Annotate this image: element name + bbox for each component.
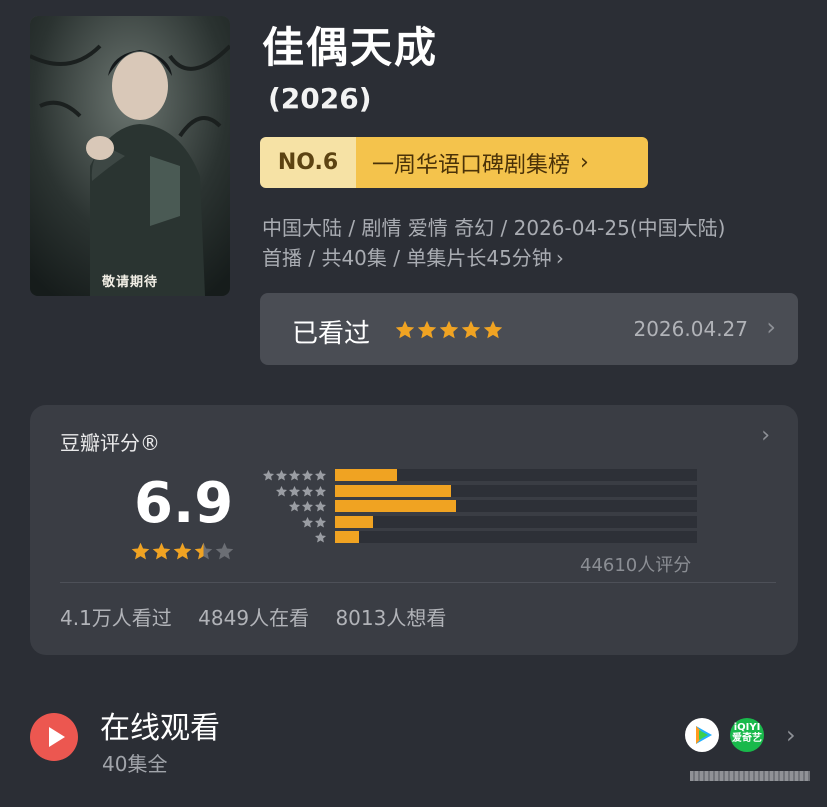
- distribution-bar-track: [335, 515, 697, 528]
- poster-image[interactable]: 敬请期待: [30, 16, 230, 296]
- release-year: (2026): [268, 82, 372, 115]
- info-line-1: 中国大陆 / 剧情 爱情 奇幻 / 2026-04-25(中国大陆): [262, 216, 726, 240]
- iqiyi-logo-text: iQIYI 爱奇艺: [732, 722, 762, 744]
- play-icon: [30, 713, 78, 761]
- poster-artwork: [30, 16, 230, 296]
- watched-date: 2026.04.27: [633, 317, 748, 341]
- star-icon: [315, 485, 326, 496]
- user-rating-stars: [394, 319, 504, 341]
- distribution-bar-track: [335, 484, 697, 497]
- distribution-bar-track: [335, 531, 697, 543]
- ranking-badge[interactable]: NO.6 一周华语口碑剧集榜 ›: [260, 137, 648, 188]
- online-subtitle: 40集全: [102, 752, 168, 776]
- watermark: [690, 771, 810, 781]
- rating-score-stars: [130, 541, 235, 562]
- star-icon: [315, 516, 326, 527]
- star-icon: [315, 532, 326, 543]
- distribution-bar-3-star: [335, 500, 457, 512]
- poster-badge: 敬请期待: [101, 275, 158, 290]
- star-icon: [315, 470, 326, 481]
- douban-rating-card: 豆瓣评分® › 6.9 44610人评分 4.1万人看过 4849人在看 801…: [30, 405, 798, 655]
- star-icon: [276, 470, 287, 481]
- show-info[interactable]: 中国大陆 / 剧情 爱情 奇幻 / 2026-04-25(中国大陆) 首播 / …: [262, 213, 802, 273]
- rating-title: 豆瓣评分®: [60, 431, 160, 455]
- distribution-star-label: [255, 485, 327, 498]
- ranking-label-wrap: 一周华语口碑剧集榜 ›: [356, 137, 648, 188]
- audience-stats: 4.1万人看过 4849人在看 8013人想看: [60, 602, 462, 631]
- star-icon: [289, 485, 300, 496]
- ranking-label: 一周华语口碑剧集榜: [372, 152, 571, 178]
- info-line-2-wrap: 首播 / 共40集 / 单集片长45分钟 ›: [262, 243, 802, 273]
- online-title: 在线观看: [100, 711, 220, 746]
- watched-status-button[interactable]: 已看过 2026.04.27 ›: [260, 293, 798, 365]
- star-icon: [315, 501, 326, 512]
- distribution-star-label: [255, 469, 327, 482]
- star-icon: [483, 320, 503, 339]
- star-icon: [302, 501, 313, 512]
- distribution-star-label: [255, 500, 327, 513]
- stat-want: 8013人想看: [335, 606, 447, 630]
- distribution-star-label: [255, 516, 327, 529]
- star-icon: [289, 470, 300, 481]
- star-icon: [302, 485, 313, 496]
- page-title: 佳偶天成: [262, 23, 439, 72]
- ranking-number: NO.6: [260, 137, 356, 188]
- star-icon: [289, 501, 300, 512]
- chevron-right-icon: ›: [766, 313, 776, 341]
- stat-watched: 4.1万人看过: [60, 606, 172, 630]
- rating-score: 6.9: [134, 471, 234, 536]
- star-icon: [417, 320, 437, 339]
- rating-count: 44610人评分: [580, 555, 692, 576]
- star-icon: [194, 542, 213, 560]
- distribution-bar-track: [335, 500, 697, 512]
- iqiyi-icon[interactable]: iQIYI 爱奇艺: [730, 718, 764, 752]
- chevron-right-icon: ›: [555, 246, 564, 270]
- distribution-bar-track: [335, 469, 697, 481]
- stat-watching: 4849人在看: [198, 606, 310, 630]
- star-icon: [131, 542, 150, 560]
- star-icon: [263, 470, 274, 481]
- distribution-bar-2-star: [335, 515, 373, 528]
- tencent-video-icon[interactable]: [685, 718, 719, 752]
- star-icon: [461, 320, 481, 339]
- info-line-2: 首播 / 共40集 / 单集片长45分钟: [262, 246, 552, 270]
- star-icon: [439, 320, 459, 339]
- distribution-bar-4-star: [335, 484, 451, 497]
- chevron-right-icon: ›: [580, 150, 589, 175]
- chevron-right-icon[interactable]: ›: [761, 423, 770, 448]
- divider: [60, 582, 776, 583]
- star-icon: [215, 542, 234, 560]
- chevron-right-icon: ›: [786, 721, 796, 749]
- watched-label: 已看过: [292, 319, 371, 349]
- star-icon: [302, 516, 313, 527]
- star-icon: [173, 542, 192, 560]
- star-icon: [152, 542, 171, 560]
- distribution-star-label: [255, 531, 327, 544]
- distribution-bar-5-star: [335, 469, 397, 481]
- star-icon: [395, 320, 415, 339]
- star-icon: [302, 470, 313, 481]
- star-icon: [276, 485, 287, 496]
- distribution-bar-1-star: [335, 531, 359, 543]
